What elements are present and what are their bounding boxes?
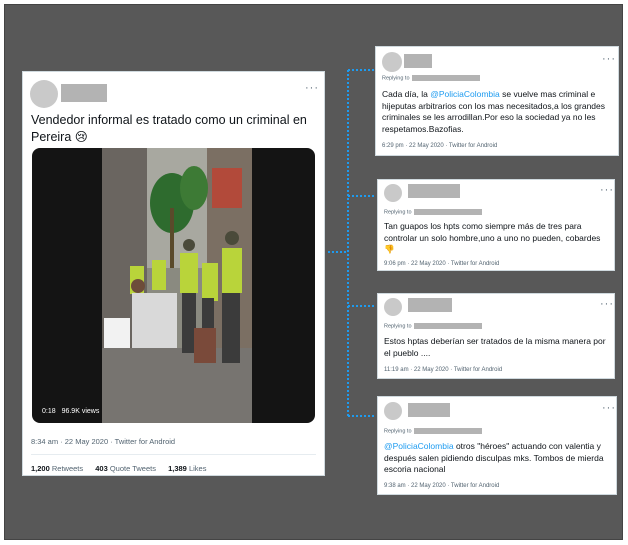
video-player[interactable]: 0:18 96.9K views — [32, 148, 315, 423]
video-duration: 0:18 — [42, 408, 56, 415]
tweet-timestamp[interactable]: 8:34 am · 22 May 2020 · Twitter for Andr… — [31, 437, 175, 446]
redacted-username — [408, 298, 452, 312]
redacted-username — [404, 54, 432, 68]
more-options-icon[interactable]: ··· — [602, 54, 616, 65]
redacted-username — [408, 403, 450, 417]
reply-card-4[interactable]: ··· Replying to @PoliciaColombia otros "… — [377, 396, 617, 495]
reply-timestamp[interactable]: 9:38 am · 22 May 2020 · Twitter for Andr… — [384, 483, 499, 489]
avatar[interactable] — [30, 80, 58, 108]
redacted-username — [61, 84, 107, 102]
reply-text: Tan guapos los hpts como siempre más de … — [384, 221, 601, 254]
replying-to: Replying to — [384, 323, 482, 329]
reply-timestamp[interactable]: 6:29 pm · 22 May 2020 · Twitter for Andr… — [382, 143, 497, 149]
retweets-stat[interactable]: 1,200 Retweets — [31, 464, 83, 473]
reply-timestamp[interactable]: 9:06 pm · 22 May 2020 · Twitter for Andr… — [384, 261, 499, 267]
avatar[interactable] — [382, 52, 402, 72]
divider — [31, 454, 316, 455]
avatar[interactable] — [384, 184, 402, 202]
reply-card-1[interactable]: ··· Replying to Cada día, la @PoliciaCol… — [375, 46, 619, 156]
tweet-text: Vendedor informal es tratado como un cri… — [31, 113, 307, 144]
reply-text: Cada día, la @PoliciaColombia se vuelve … — [382, 89, 606, 134]
reply-text: Estos hptas deberían ser tratados de la … — [384, 336, 606, 358]
main-tweet-card[interactable]: ··· Vendedor informal es tratado como un… — [22, 71, 325, 476]
replying-to: Replying to — [384, 209, 482, 215]
engagement-stats: 1,200 Retweets 403 Quote Tweets 1,389 Li… — [31, 464, 216, 473]
mention-link[interactable]: @PoliciaColombia — [384, 441, 454, 451]
more-options-icon[interactable]: ··· — [600, 299, 614, 310]
mention-link[interactable]: @PoliciaColombia — [430, 89, 500, 99]
figure-frame: ··· Vendedor informal es tratado como un… — [0, 0, 628, 545]
replying-to: Replying to — [382, 75, 480, 81]
more-options-icon[interactable]: ··· — [602, 403, 616, 414]
quote-tweets-stat[interactable]: 403 Quote Tweets — [95, 464, 156, 473]
reply-timestamp[interactable]: 11:19 am · 22 May 2020 · Twitter for And… — [384, 367, 502, 373]
replying-to: Replying to — [384, 428, 482, 434]
more-options-icon[interactable]: ··· — [600, 185, 614, 196]
video-thumbnail-image — [102, 148, 252, 423]
redacted-username — [408, 184, 460, 198]
reply-card-2[interactable]: ··· Replying to Tan guapos los hpts como… — [377, 179, 615, 271]
avatar[interactable] — [384, 402, 402, 420]
video-stats: 0:18 96.9K views — [42, 408, 99, 415]
likes-stat[interactable]: 1,389 Likes — [168, 464, 206, 473]
video-views: 96.9K views — [61, 408, 100, 415]
reply-card-3[interactable]: ··· Replying to Estos hptas deberían ser… — [377, 293, 615, 379]
avatar[interactable] — [384, 298, 402, 316]
more-options-icon[interactable]: ··· — [305, 83, 319, 94]
reply-text: @PoliciaColombia otros "héroes" actuando… — [384, 441, 604, 474]
